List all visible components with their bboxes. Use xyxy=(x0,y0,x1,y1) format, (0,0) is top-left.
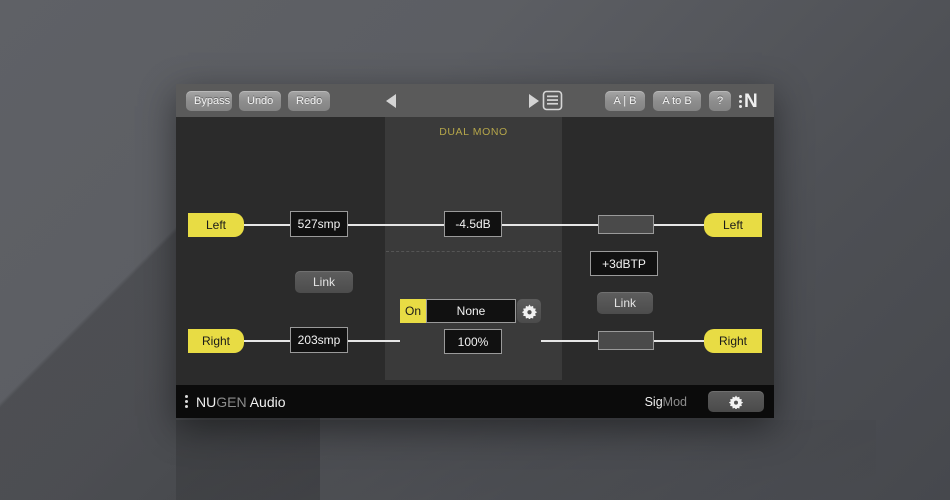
preset-list-button[interactable] xyxy=(542,90,563,111)
left-delay-field[interactable]: 527smp xyxy=(290,211,348,237)
undo-button[interactable]: Undo xyxy=(239,91,281,111)
right-output-channel-button[interactable]: Right xyxy=(704,329,762,353)
modulation-type-select[interactable]: None xyxy=(426,299,516,323)
product-suffix: Mod xyxy=(662,395,687,409)
gear-icon xyxy=(729,394,743,409)
right-delay-field[interactable]: 203smp xyxy=(290,327,348,353)
true-peak-field[interactable]: +3dBTP xyxy=(590,251,658,276)
product-name-label: SigMod xyxy=(645,395,687,409)
ab-compare-button[interactable]: A | B xyxy=(605,91,645,111)
right-input-channel-button[interactable]: Right xyxy=(188,329,244,353)
modulation-on-toggle[interactable]: On xyxy=(400,299,426,323)
brand-prefix: NU xyxy=(196,394,217,410)
wire-right-4 xyxy=(652,340,706,342)
left-meter-field[interactable] xyxy=(598,215,654,234)
brand-mid: GEN xyxy=(216,394,247,410)
wire-left-2 xyxy=(348,224,446,226)
brand-suffix: Audio xyxy=(246,394,286,410)
wire-left-3 xyxy=(501,224,600,226)
product-prefix: Sig xyxy=(644,395,663,409)
dots-icon[interactable] xyxy=(185,395,188,408)
triangle-left-icon xyxy=(386,94,396,108)
window-shadow-lower xyxy=(176,420,876,500)
gain-field[interactable]: -4.5dB xyxy=(444,211,502,237)
link-delay-button[interactable]: Link xyxy=(295,271,353,293)
wire-left-4 xyxy=(652,224,706,226)
settings-button[interactable] xyxy=(708,391,764,412)
next-preset-button[interactable] xyxy=(524,91,544,111)
a-to-b-button[interactable]: A to B xyxy=(653,91,701,111)
footer: NUGEN Audio SigMod xyxy=(176,385,774,418)
wire-right-3 xyxy=(541,340,600,342)
modulation-settings-button[interactable] xyxy=(517,299,541,323)
dual-mono-title: DUAL MONO xyxy=(439,126,508,138)
redo-button[interactable]: Redo xyxy=(288,91,330,111)
brand-label: NUGEN Audio xyxy=(196,394,286,410)
left-input-channel-button[interactable]: Left xyxy=(188,213,244,237)
right-meter-field[interactable] xyxy=(598,331,654,350)
bypass-button[interactable]: Bypass xyxy=(186,91,232,111)
channel-divider xyxy=(386,251,561,252)
routing-canvas: DUAL MONO Left 527smp -4.5dB Left Link +… xyxy=(176,117,774,385)
toolbar: Bypass Undo Redo A | B A to B ? N xyxy=(176,84,774,117)
link-gain-button[interactable]: Link xyxy=(597,292,653,314)
desktop-background: Bypass Undo Redo A | B A to B ? N DUAL M… xyxy=(0,0,950,500)
gear-icon xyxy=(521,304,537,319)
logo-letter: N xyxy=(744,90,758,112)
triangle-right-icon xyxy=(529,94,539,108)
wire-left-1 xyxy=(240,224,290,226)
nugen-logo-icon: N xyxy=(739,89,769,113)
left-output-channel-button[interactable]: Left xyxy=(704,213,762,237)
logo-dots-icon xyxy=(739,94,742,108)
wire-right-1 xyxy=(240,340,290,342)
list-icon xyxy=(542,90,563,111)
plugin-window: Bypass Undo Redo A | B A to B ? N DUAL M… xyxy=(176,84,774,418)
wire-right-2 xyxy=(348,340,400,342)
help-button[interactable]: ? xyxy=(709,91,731,111)
previous-preset-button[interactable] xyxy=(381,91,401,111)
modulation-amount-field[interactable]: 100% xyxy=(444,329,502,354)
